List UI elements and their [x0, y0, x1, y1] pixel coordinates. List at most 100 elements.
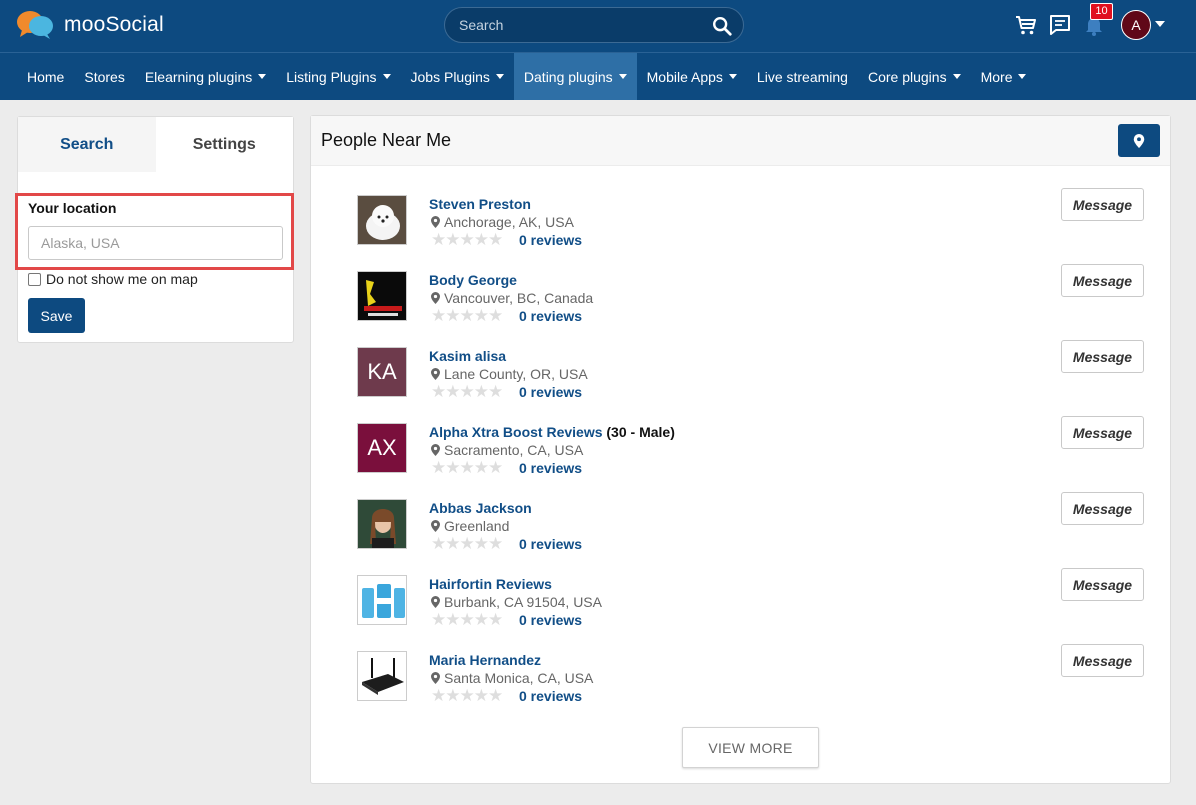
people-near-me-panel: People Near Me Steven Preston Anchorage, …	[310, 115, 1171, 784]
reviews-link[interactable]: 0 reviews	[519, 612, 582, 628]
avatar-initials: KA	[367, 359, 397, 384]
nav-item-label: Mobile Apps	[646, 68, 723, 85]
map-button[interactable]	[1118, 124, 1160, 157]
map-marker-icon	[431, 292, 440, 304]
reviews-link[interactable]: 0 reviews	[519, 308, 582, 324]
person-location: Santa Monica, CA, USA	[431, 670, 593, 686]
reviews-link[interactable]: 0 reviews	[519, 688, 582, 704]
person-name-row: Hairfortin Reviews	[429, 576, 552, 592]
cart-icon[interactable]	[1014, 13, 1038, 37]
reviews-link[interactable]: 0 reviews	[519, 460, 582, 476]
chevron-down-icon	[382, 74, 391, 79]
reviews-link[interactable]: 0 reviews	[519, 536, 582, 552]
avatar[interactable]: A	[1121, 10, 1151, 40]
save-button[interactable]: Save	[28, 298, 85, 333]
avatar[interactable]	[357, 271, 407, 321]
person-name-link[interactable]: Alpha Xtra Boost Reviews	[429, 424, 603, 440]
message-button[interactable]: Message	[1061, 188, 1144, 221]
person-name-link[interactable]: Body George	[429, 272, 517, 288]
message-button[interactable]: Message	[1061, 568, 1144, 601]
chevron-down-icon	[258, 74, 267, 79]
person-name-link[interactable]: Maria Hernandez	[429, 652, 541, 668]
logo[interactable]: mooSocial	[16, 10, 164, 40]
notification-badge: 10	[1090, 3, 1113, 20]
nav-item-elearning-plugins[interactable]: Elearning plugins	[135, 53, 276, 100]
nav-item-label: Home	[27, 68, 65, 85]
avatar-initials: AX	[367, 435, 397, 460]
person-location-text: Santa Monica, CA, USA	[444, 670, 594, 686]
person-rating: ★★★★★ 0 reviews	[431, 686, 582, 705]
person-rating: ★★★★★ 0 reviews	[431, 230, 582, 249]
profile-photo	[358, 272, 406, 320]
star-rating-icon: ★★★★★	[431, 534, 503, 553]
person-rating: ★★★★★ 0 reviews	[431, 611, 582, 628]
panel-tabs: Search Settings	[18, 117, 293, 172]
avatar[interactable]: AX	[357, 423, 407, 473]
message-button[interactable]: Message	[1061, 492, 1144, 525]
search-icon[interactable]	[711, 15, 733, 37]
person-location: Vancouver, BC, Canada	[431, 290, 593, 306]
person-location-text: Sacramento, CA, USA	[444, 442, 584, 458]
avatar[interactable]: KA	[357, 347, 407, 397]
reviews-link[interactable]: 0 reviews	[519, 232, 582, 248]
view-more-button[interactable]: VIEW MORE	[682, 727, 819, 768]
tab-settings[interactable]: Settings	[155, 117, 293, 172]
nav-item-home[interactable]: Home	[17, 53, 74, 100]
person-name-link[interactable]: Steven Preston	[429, 196, 531, 212]
nav-item-jobs-plugins[interactable]: Jobs Plugins	[401, 53, 514, 100]
nav-item-label: More	[980, 68, 1013, 85]
chevron-down-icon[interactable]	[1155, 21, 1165, 27]
tab-search[interactable]: Search	[18, 117, 156, 172]
star-rating-icon: ★★★★★	[431, 686, 503, 705]
chevron-down-icon	[1018, 74, 1027, 79]
nav-item-label: Live streaming	[756, 68, 848, 85]
page-title: People Near Me	[321, 130, 452, 150]
star-rating-icon: ★★★★★	[431, 230, 503, 249]
logo-text: mooSocial	[64, 13, 164, 36]
nav-item-core-plugins[interactable]: Core plugins	[858, 53, 971, 100]
person-location-text: Lane County, OR, USA	[444, 366, 588, 382]
nav-item-live-streaming[interactable]: Live streaming	[747, 53, 858, 100]
message-button[interactable]: Message	[1061, 416, 1144, 449]
person-name-link[interactable]: Abbas Jackson	[429, 500, 532, 516]
search-input[interactable]	[459, 16, 699, 34]
main-nav: Home Stores Elearning plugins Listing Plugi…	[0, 52, 1196, 100]
nav-item-mobile-apps[interactable]: Mobile Apps	[637, 53, 747, 100]
avatar[interactable]	[357, 195, 407, 245]
hide-on-map-label: Do not show me on map	[46, 271, 198, 287]
search-box	[444, 7, 744, 43]
list-item: Body George Vancouver, BC, Canada ★★★★★ 0 r…	[357, 264, 1147, 327]
chat-icon[interactable]	[1048, 13, 1072, 37]
map-pin-icon	[1133, 133, 1145, 148]
hide-on-map-checkbox[interactable]	[28, 272, 41, 286]
message-button[interactable]: Message	[1061, 644, 1144, 677]
nav-item-dating-plugins[interactable]: Dating plugins	[513, 53, 637, 100]
person-name-link[interactable]: Kasim alisa	[429, 348, 506, 364]
person-name-row: Steven Preston	[429, 196, 531, 212]
avatar[interactable]	[357, 651, 407, 701]
star-rating-icon: ★★★★★	[431, 306, 503, 325]
map-marker-icon	[431, 596, 440, 608]
chevron-down-icon	[728, 74, 737, 79]
person-location: Greenland	[431, 518, 509, 534]
nav-item-label: Jobs Plugins	[410, 68, 490, 85]
nav-item-stores[interactable]: Stores	[74, 53, 134, 100]
message-button[interactable]: Message	[1061, 340, 1144, 373]
star-rating-icon: ★★★★★	[431, 458, 503, 477]
nav-item-more[interactable]: More	[971, 53, 1037, 100]
person-rating: ★★★★★ 0 reviews	[431, 383, 582, 400]
person-location: Sacramento, CA, USA	[431, 442, 583, 458]
hide-on-map-row[interactable]: Do not show me on map	[28, 271, 198, 287]
avatar[interactable]	[357, 499, 407, 549]
person-name-link[interactable]: Hairfortin Reviews	[429, 576, 552, 592]
nav-item-label: Core plugins	[867, 68, 947, 85]
location-input[interactable]	[28, 226, 283, 260]
profile-photo	[358, 652, 406, 700]
nav-item-listing-plugins[interactable]: Listing Plugins	[276, 53, 400, 100]
person-name-row: Kasim alisa	[429, 348, 506, 364]
reviews-link[interactable]: 0 reviews	[519, 384, 582, 400]
message-button[interactable]: Message	[1061, 264, 1144, 297]
avatar[interactable]	[357, 575, 407, 625]
map-marker-icon	[431, 368, 440, 380]
list-item: Abbas Jackson Greenland ★★★★★ 0 reviews Mess…	[357, 492, 1147, 555]
